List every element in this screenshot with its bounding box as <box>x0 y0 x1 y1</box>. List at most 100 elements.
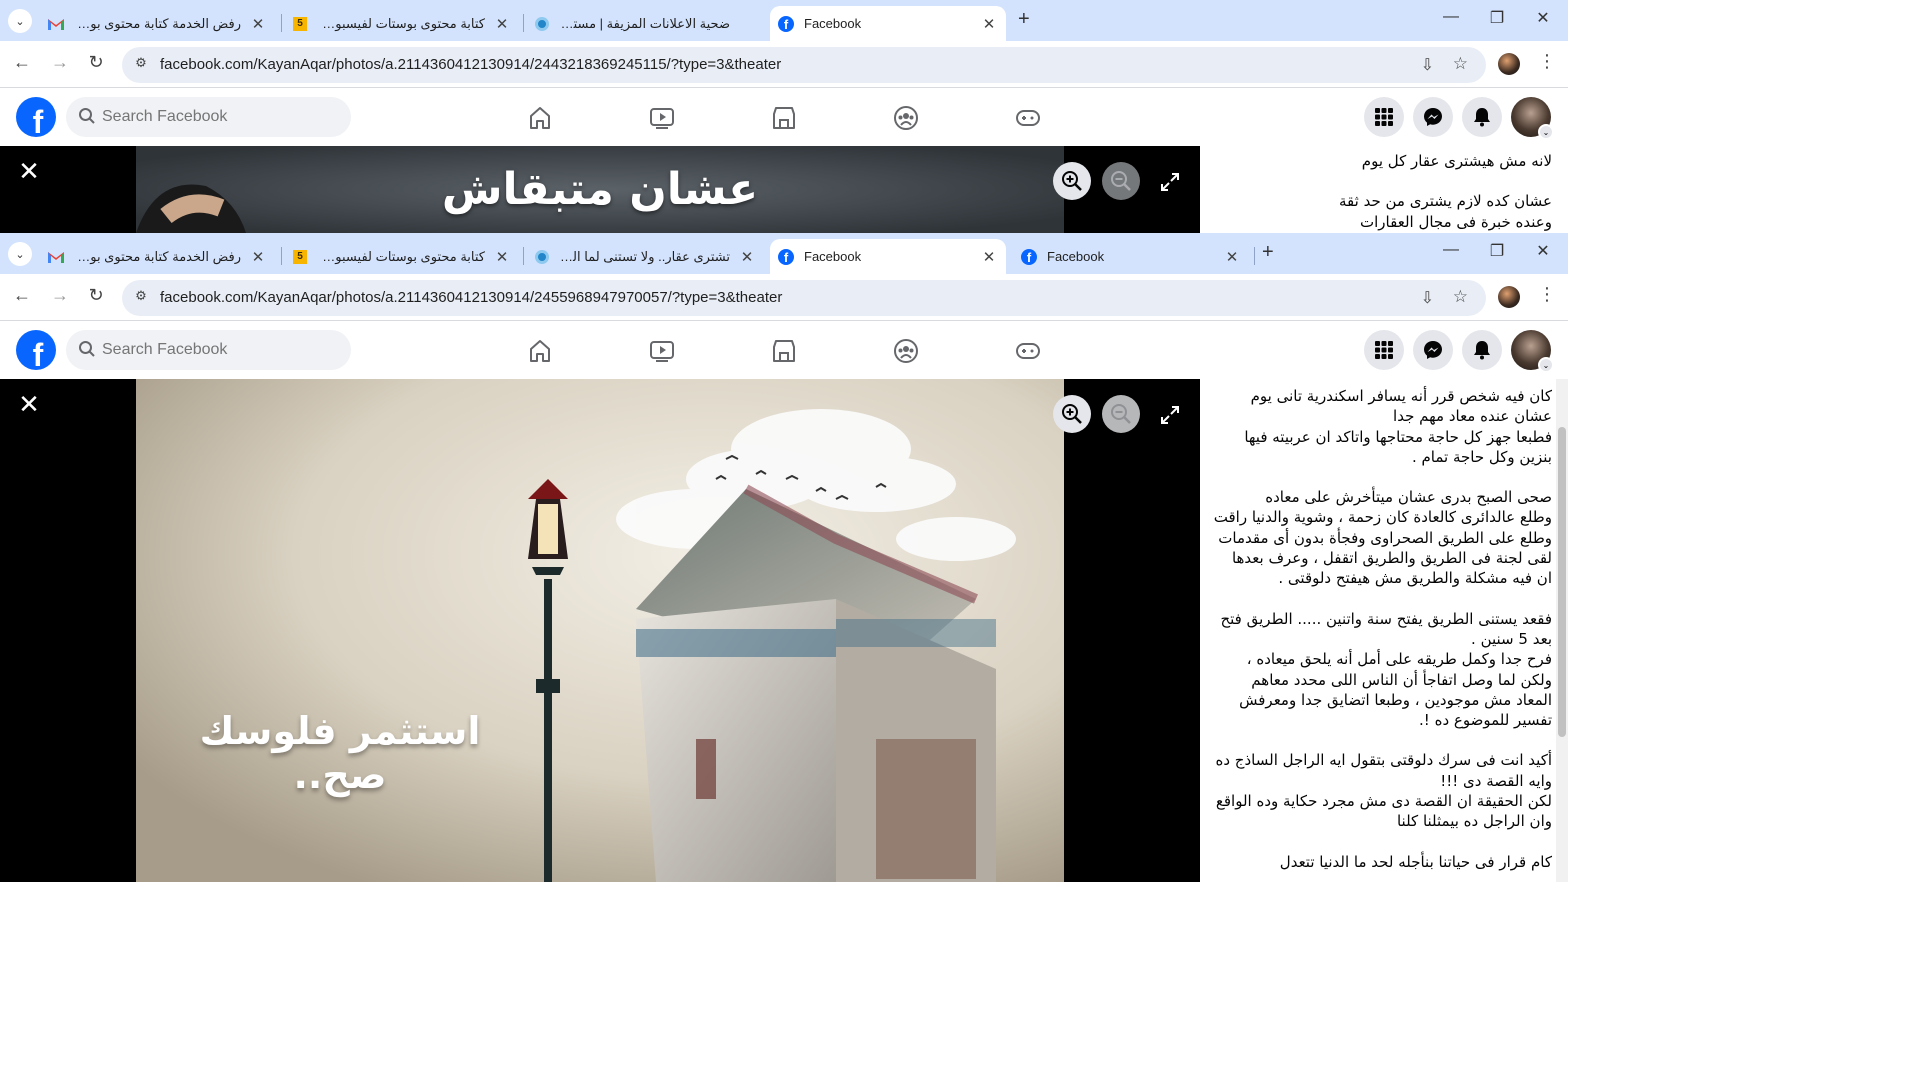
facebook-logo[interactable]: f <box>16 330 56 370</box>
tab-khamsat[interactable]: 5 كتابة محتوى بوستات لفيسبوك - ... ✕ <box>284 239 519 274</box>
facebook-header: f ⌄ <box>0 88 1568 146</box>
grid-menu-icon <box>1375 108 1393 126</box>
back-button[interactable]: ← <box>10 285 34 306</box>
install-app-icon[interactable]: ⇩ <box>1421 55 1434 75</box>
tab-divider <box>281 247 282 265</box>
facebook-icon: f <box>778 15 794 32</box>
video-icon[interactable] <box>649 338 675 364</box>
address-bar[interactable]: ⚙ facebook.com/KayanAqar/photos/a.211436… <box>122 280 1486 316</box>
zoom-out-button[interactable] <box>1102 395 1140 433</box>
site-info-icon[interactable]: ⚙ <box>132 288 150 306</box>
back-button[interactable]: ← <box>10 52 34 73</box>
marketplace-icon[interactable] <box>771 105 797 131</box>
tab-title: رفض الخدمة كتابة محتوى بوستات <box>74 15 241 31</box>
account-avatar[interactable]: ⌄ <box>1511 330 1554 373</box>
messenger-button[interactable] <box>1413 330 1453 370</box>
post-line: لكن الحقيقة ان القصة دى مش مجرد حكاية ود… <box>1215 792 1552 811</box>
forward-button[interactable]: → <box>48 52 72 73</box>
bookmark-star-icon[interactable]: ☆ <box>1453 287 1468 307</box>
home-icon[interactable] <box>527 105 553 131</box>
tab-facebook[interactable]: f Facebook ✕ <box>1013 239 1249 274</box>
tab-mostaql[interactable]: ضحية الاعلانات المزيفة | مستقل <box>526 6 764 41</box>
window-close-button[interactable]: ✕ <box>1528 8 1558 28</box>
tab-search-button[interactable]: ⌄ <box>8 9 32 33</box>
restore-button[interactable]: ❐ <box>1482 8 1512 28</box>
tab-title: Facebook <box>804 249 862 264</box>
facebook-search[interactable] <box>66 330 351 370</box>
search-input[interactable] <box>102 97 342 137</box>
facebook-logo[interactable]: f <box>16 97 56 137</box>
gmail-icon <box>48 16 64 32</box>
zoom-in-button[interactable] <box>1053 162 1091 200</box>
tab-close-icon[interactable]: ✕ <box>980 15 998 33</box>
post-text: لانه مش هيشترى عقار كل يوم عشان كده لازم… <box>1200 151 1568 232</box>
gaming-icon[interactable] <box>1015 338 1041 364</box>
bookmark-star-icon[interactable]: ☆ <box>1453 54 1468 74</box>
fullscreen-icon[interactable] <box>1158 403 1182 427</box>
tab-khamsat[interactable]: 5 كتابة محتوى بوستات لفيسبوك - ... ✕ <box>284 6 519 41</box>
address-bar[interactable]: ⚙ facebook.com/KayanAqar/photos/a.211436… <box>122 47 1486 83</box>
tab-gmail[interactable]: رفض الخدمة كتابة محتوى بوستات ✕ <box>40 6 275 41</box>
window-close-button[interactable]: ✕ <box>1528 241 1558 261</box>
scrollbar-thumb[interactable] <box>1558 427 1566 737</box>
url-text[interactable]: facebook.com/KayanAqar/photos/a.21143604… <box>160 56 781 73</box>
tab-close-icon[interactable]: ✕ <box>980 248 998 266</box>
post-line: وطلع عالدائرى كالعادة كان زحمة ، وشوية و… <box>1213 508 1552 527</box>
tab-title: رفض الخدمة كتابة محتوى بوستات <box>74 248 241 264</box>
restore-button[interactable]: ❐ <box>1482 241 1512 261</box>
groups-icon[interactable] <box>893 105 919 131</box>
marketplace-icon[interactable] <box>771 338 797 364</box>
caption-scrollbar[interactable] <box>1556 379 1568 882</box>
tab-facebook-active[interactable]: f Facebook ✕ <box>770 6 1006 41</box>
fullscreen-icon[interactable] <box>1158 170 1182 194</box>
browser-menu-icon[interactable]: ⋮ <box>1538 284 1556 305</box>
tab-divider <box>523 14 524 32</box>
home-icon[interactable] <box>527 338 553 364</box>
profile-avatar[interactable] <box>1498 286 1520 308</box>
search-input[interactable] <box>102 330 342 370</box>
minimize-button[interactable]: — <box>1436 241 1466 259</box>
reload-button[interactable]: ↻ <box>84 52 108 73</box>
post-line: بنزين وكل حاجة تمام . <box>1411 447 1552 466</box>
tab-close-icon[interactable]: ✕ <box>249 15 267 33</box>
minimize-button[interactable]: — <box>1436 8 1466 26</box>
menu-grid-button[interactable] <box>1364 97 1404 137</box>
messenger-button[interactable] <box>1413 97 1453 137</box>
close-viewer-icon[interactable]: ✕ <box>16 391 42 417</box>
post-line: بعد 5 سنين . <box>1471 629 1552 648</box>
notifications-button[interactable] <box>1462 97 1502 137</box>
url-text[interactable]: facebook.com/KayanAqar/photos/a.21143604… <box>160 289 782 306</box>
profile-avatar[interactable] <box>1498 53 1520 75</box>
forward-button[interactable]: → <box>48 285 72 306</box>
tab-facebook-active[interactable]: f Facebook ✕ <box>770 239 1006 274</box>
account-avatar[interactable]: ⌄ <box>1511 97 1554 140</box>
zoom-in-button[interactable] <box>1053 395 1091 433</box>
video-icon[interactable] <box>649 105 675 131</box>
tab-gmail[interactable]: رفض الخدمة كتابة محتوى بوستات ✕ <box>40 239 275 274</box>
install-app-icon[interactable]: ⇩ <box>1421 288 1434 308</box>
new-tab-button[interactable]: + <box>1262 241 1274 264</box>
browser-menu-icon[interactable]: ⋮ <box>1538 51 1556 72</box>
gaming-icon[interactable] <box>1015 105 1041 131</box>
close-viewer-icon[interactable]: ✕ <box>16 158 42 184</box>
menu-grid-button[interactable] <box>1364 330 1404 370</box>
zoom-out-icon <box>1111 171 1131 191</box>
facebook-search[interactable] <box>66 97 351 137</box>
grid-menu-icon <box>1375 341 1393 359</box>
facebook-header: f ⌄ <box>0 321 1568 379</box>
site-info-icon[interactable]: ⚙ <box>132 55 150 73</box>
post-line: لقى لجنة فى الطريق والطريق اتقفل ، وعرف … <box>1231 549 1552 568</box>
zoom-out-button[interactable] <box>1102 162 1140 200</box>
tab-close-icon[interactable]: ✕ <box>738 248 756 266</box>
tab-close-icon[interactable]: ✕ <box>1223 248 1241 266</box>
tab-close-icon[interactable]: ✕ <box>493 248 511 266</box>
tab-close-icon[interactable]: ✕ <box>249 248 267 266</box>
reload-button[interactable]: ↻ <box>84 285 108 306</box>
groups-icon[interactable] <box>893 338 919 364</box>
new-tab-button[interactable]: + <box>1018 8 1030 31</box>
notifications-button[interactable] <box>1462 330 1502 370</box>
photo-headline: عشان متبقاش <box>441 164 759 215</box>
tab-close-icon[interactable]: ✕ <box>493 15 511 33</box>
tab-mostaql[interactable]: تشترى عقار.. ولا تستنى لما الظرو... ✕ <box>526 239 764 274</box>
tab-search-button[interactable]: ⌄ <box>8 242 32 266</box>
